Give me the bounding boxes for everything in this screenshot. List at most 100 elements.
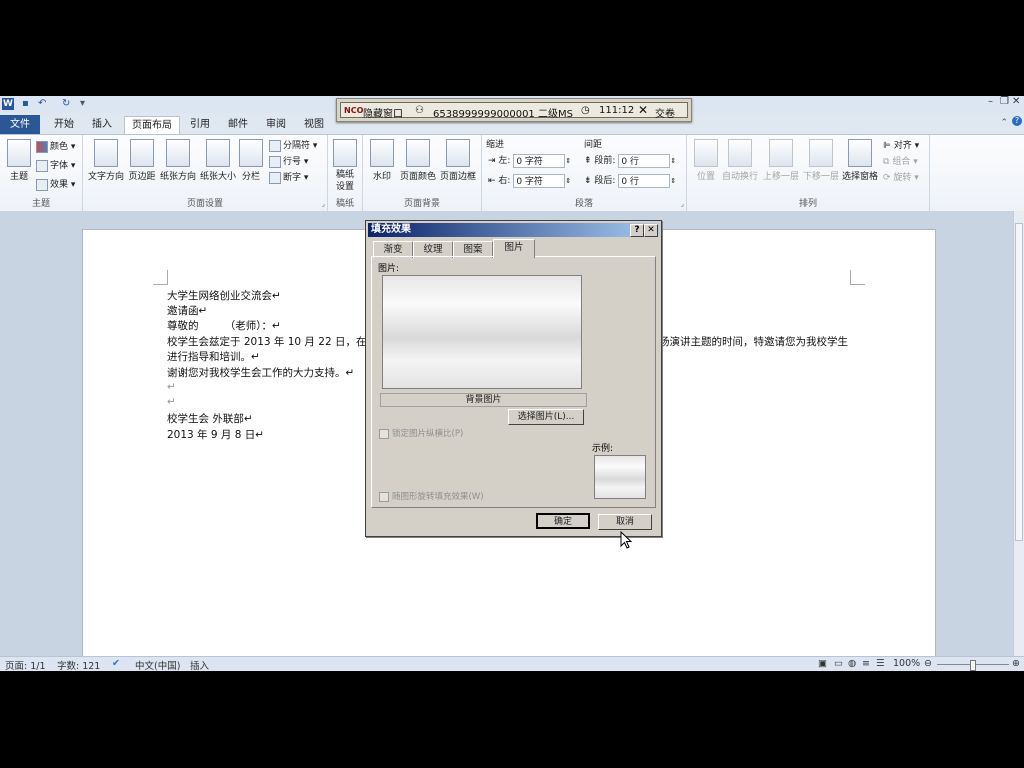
vertical-scrollbar[interactable] [1013,211,1024,656]
select-picture-button[interactable]: 选择图片(L)... [508,409,584,425]
help-icon[interactable]: ? [1012,116,1022,126]
indent-label: 缩进 [486,140,505,150]
text-direction-button[interactable]: 文字方向 [87,139,125,182]
tab-home[interactable]: 开始 [48,116,80,133]
undo-icon[interactable]: ↶ [38,98,46,109]
doc-line[interactable]: 大学生网络创业交流会↵ [167,288,281,303]
customize-toolbar-icon[interactable]: ▾ [80,98,85,109]
hyphenation-button[interactable]: 断字 ▾ [269,170,308,184]
bring-forward-button[interactable]: 上移一层 [761,139,801,182]
doc-line[interactable]: 2013 年 9 月 8 日↵ [167,427,264,442]
orientation-icon [166,139,190,167]
margins-button[interactable]: 页边距 [127,139,157,182]
tab-mailings[interactable]: 邮件 [222,116,254,133]
status-words[interactable]: 字数: 121 [57,658,100,671]
tab-insert[interactable]: 插入 [86,116,118,133]
view-web-icon[interactable]: ◍ [848,658,856,669]
indent-right: ⇤ 右: 0 字符 ⇕ [488,173,571,188]
doc-line[interactable]: 校学生会兹定于 2013 年 10 月 22 日，在本 [167,334,377,349]
zoom-out-icon[interactable]: ⊖ [924,658,932,669]
lock-ratio-checkbox[interactable]: 锁定图片纵横比(P) [379,427,463,439]
spinner-icon[interactable]: ⇕ [670,157,676,165]
spinner-icon[interactable]: ⇕ [565,157,571,165]
view-print-icon[interactable]: ▣ [818,658,827,669]
fonts-button[interactable]: 字体 ▾ [36,158,75,172]
indent-right-input[interactable]: 0 字符 [513,173,566,188]
collapse-ribbon-icon[interactable]: ⌃ [1000,118,1008,128]
group-button[interactable]: ⧉ 组合 ▾ [883,154,918,167]
manuscript-setup-button[interactable]: 稿纸 设置 [332,139,358,193]
picture-label: 图片: [378,264,400,274]
save-icon[interactable]: ▪ [22,98,29,109]
doc-line[interactable]: ↵ [167,381,176,393]
position-button[interactable]: 位置 [691,139,721,182]
rotate-fill-checkbox[interactable]: 随图形旋转填充效果(W) [379,490,484,502]
restore-icon[interactable]: ❐ [1000,96,1010,107]
word-logo-icon: W [2,98,14,110]
view-draft-icon[interactable]: ☰ [876,658,885,669]
align-button[interactable]: ⊫ 对齐 ▾ [883,138,919,151]
size-button[interactable]: 纸张大小 [199,139,237,182]
view-fullscreen-icon[interactable]: ▭ [834,658,843,669]
ok-button[interactable]: 确定 [536,513,590,529]
indent-left: ⇥ 左: 0 字符 ⇕ [488,153,571,168]
doc-line[interactable]: 邀请函↵ [167,303,207,318]
proofing-icon[interactable]: ✔ [112,658,120,669]
tab-page-layout[interactable]: 页面布局 [124,116,180,134]
zoom-level[interactable]: 100% [893,658,920,669]
status-language[interactable]: 中文(中国) [135,658,180,671]
themes-button[interactable]: 主题 [4,139,34,182]
spacing-after-input[interactable]: 0 行 [618,173,671,188]
tab-file[interactable]: 文件 [0,115,40,134]
doc-line[interactable]: 谢谢您对我校学生会工作的大力支持。↵ [167,365,354,380]
spinner-icon[interactable]: ⇕ [670,177,676,185]
status-insert-mode[interactable]: 插入 [190,658,209,671]
doc-line[interactable]: 校学生会 外联部↵ [167,411,253,426]
clock-icon: ◷ [581,105,590,116]
tab-view[interactable]: 视图 [298,116,330,133]
scroll-thumb[interactable] [1015,223,1023,541]
spinner-icon[interactable]: ⇕ [565,177,571,185]
timer: 111:12 [599,105,635,116]
breaks-button[interactable]: 分隔符 ▾ [269,138,317,152]
send-backward-button[interactable]: 下移一层 [801,139,841,182]
page-color-button[interactable]: 页面颜色 [399,139,437,182]
line-numbers-button[interactable]: 行号 ▾ [269,154,308,168]
spacing-before: ⇞ 段前: 0 行 ⇕ [584,153,676,168]
doc-line[interactable]: 尊敬的 （老师）：↵ [167,318,281,333]
minimize-icon[interactable]: – [988,96,998,107]
page-border-button[interactable]: 页面边框 [439,139,477,182]
close-icon[interactable]: ✕ [644,224,658,237]
columns-button[interactable]: 分栏 [239,139,263,182]
zoom-in-icon[interactable]: ⊕ [1012,658,1020,669]
rotate-button[interactable]: ⟳ 旋转 ▾ [883,170,919,183]
candidate-id: 6538999999000001 二级MS [433,109,573,120]
tab-review[interactable]: 审阅 [260,116,292,133]
effects-button[interactable]: 效果 ▾ [36,177,75,191]
hide-window-button[interactable]: 隐藏窗口 [363,105,403,120]
redo-icon[interactable]: ↻ [62,98,70,109]
doc-line[interactable]: 进行指导和培训。↵ [167,349,260,364]
indent-left-input[interactable]: 0 字符 [513,153,566,168]
tab-picture[interactable]: 图片 [493,239,535,258]
watermark-button[interactable]: 水印 [367,139,397,182]
dialog-launcher-icon[interactable]: ⌟ [322,200,325,208]
page-color-icon [406,139,430,167]
status-page[interactable]: 页面: 1/1 [5,658,46,671]
help-icon[interactable]: ? [630,224,644,237]
spacing-after-icon: ⇟ [584,176,595,186]
view-outline-icon[interactable]: ≡ [862,658,870,669]
cancel-button[interactable]: 取消 [598,514,652,530]
selection-pane-button[interactable]: 选择窗格 [841,139,879,182]
close-icon[interactable]: ✕ [1012,96,1022,107]
doc-line-right[interactable]: 扬演讲主题的时间，特邀请您为我校学生 [659,334,848,349]
zoom-slider-thumb[interactable] [970,660,976,671]
submit-button[interactable]: 交卷 [655,105,675,120]
orientation-button[interactable]: 纸张方向 [159,139,197,182]
spacing-before-input[interactable]: 0 行 [618,153,671,168]
dialog-launcher-icon[interactable]: ⌟ [681,200,684,208]
tab-references[interactable]: 引用 [184,116,216,133]
doc-line[interactable]: ↵ [167,396,176,408]
wrap-text-button[interactable]: 自动换行 [721,139,759,182]
colors-button[interactable]: 颜色 ▾ [36,139,75,153]
